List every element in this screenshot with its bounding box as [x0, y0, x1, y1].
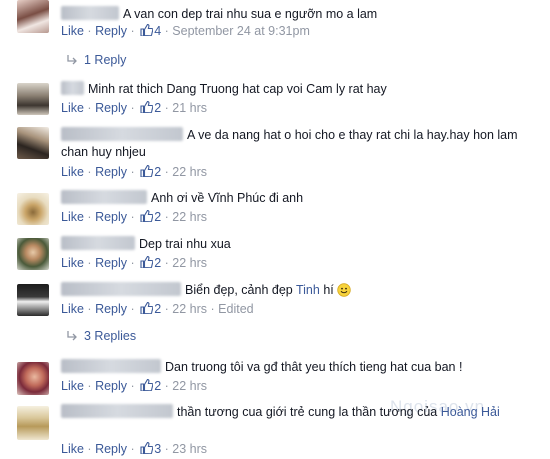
avatar[interactable] [17, 284, 49, 316]
reply-arrow-icon [67, 55, 77, 65]
comment-text-row: Anh ơi về Vĩnh Phúc đi anh [61, 190, 531, 207]
like-link[interactable]: Like [61, 101, 84, 115]
like-link[interactable]: Like [61, 442, 84, 456]
thumbs-up-icon[interactable] [140, 101, 154, 113]
timestamp[interactable]: 22 hrs [172, 256, 207, 270]
like-count[interactable]: 2 [154, 210, 161, 224]
timestamp[interactable]: 22 hrs [172, 302, 207, 316]
timestamp[interactable]: 21 hrs [172, 101, 207, 115]
like-count[interactable]: 4 [154, 24, 161, 38]
like-link[interactable]: Like [61, 256, 84, 270]
timestamp[interactable]: 22 hrs [172, 379, 207, 393]
comment-actions: Like · Reply · 2 · 22 hrs [61, 210, 208, 224]
like-count[interactable]: 2 [154, 379, 161, 393]
comment-actions: Like · Reply · 4 · September 24 at 9:31p… [61, 24, 310, 38]
reply-link[interactable]: Reply [95, 210, 127, 224]
comment-body: A van con dep trai nhu sua e ngưỡn mo a … [123, 7, 378, 21]
comment-text-row: Dep trai nhu xua [61, 236, 531, 253]
avatar[interactable] [17, 83, 49, 115]
tagged-name-link[interactable]: Hoàng Hải [441, 405, 500, 419]
tagged-name-link[interactable]: Tinh [296, 283, 320, 297]
reply-link[interactable]: Reply [95, 101, 127, 115]
commenter-name[interactable] [61, 127, 183, 141]
comment-text-row: A ve da nang hat o hoi cho e thay rat ch… [61, 127, 531, 161]
reply-link[interactable]: Reply [95, 256, 127, 270]
commenter-name[interactable] [61, 404, 173, 418]
reply-arrow-icon [67, 331, 77, 341]
like-link[interactable]: Like [61, 165, 84, 179]
comment-text-row: thần tương cua giới trẻ cung la thần tươ… [61, 404, 531, 421]
like-link[interactable]: Like [61, 379, 84, 393]
comment-actions: Like · Reply · 2 · 22 hrs [61, 165, 208, 179]
avatar[interactable] [17, 127, 49, 159]
comment-body: Dan truong tôi va gđ thât yeu thích tien… [165, 360, 463, 374]
comment-actions: Like · Reply · 3 · 23 hrs [61, 442, 208, 456]
view-replies-link[interactable]: 1 Reply [66, 53, 126, 67]
commenter-name[interactable] [61, 81, 84, 95]
like-link[interactable]: Like [61, 210, 84, 224]
commenter-name[interactable] [61, 236, 135, 250]
comment-body: Dep trai nhu xua [139, 237, 231, 251]
comment-body: Biển đẹp, cảnh đẹp Tinh hí [185, 283, 334, 297]
commenter-name[interactable] [61, 190, 147, 204]
comment-body: Anh ơi về Vĩnh Phúc đi anh [151, 191, 304, 205]
timestamp[interactable]: 22 hrs [172, 210, 207, 224]
reply-link[interactable]: Reply [95, 24, 127, 38]
thumbs-up-icon[interactable] [140, 302, 154, 314]
comment-text-row: Dan truong tôi va gđ thât yeu thích tien… [61, 359, 531, 376]
like-count[interactable]: 2 [154, 101, 161, 115]
like-count[interactable]: 2 [154, 302, 161, 316]
like-count[interactable]: 2 [154, 165, 161, 179]
comment-actions: Like · Reply · 2 · 21 hrs [61, 101, 208, 115]
comment-actions: Like · Reply · 2 · 22 hrs [61, 379, 208, 393]
timestamp[interactable]: September 24 at 9:31pm [172, 24, 310, 38]
reply-link[interactable]: Reply [95, 379, 127, 393]
reply-link[interactable]: Reply [95, 442, 127, 456]
commenter-name[interactable] [61, 282, 181, 296]
timestamp[interactable]: 22 hrs [172, 165, 207, 179]
reply-link[interactable]: Reply [95, 302, 127, 316]
smiley-emoji-icon [337, 283, 351, 297]
like-count[interactable]: 3 [154, 442, 161, 456]
comment-actions: Like · Reply · 2 · 22 hrs [61, 256, 208, 270]
like-link[interactable]: Like [61, 302, 84, 316]
avatar[interactable] [17, 193, 49, 225]
thumbs-up-icon[interactable] [140, 379, 154, 391]
reply-link[interactable]: Reply [95, 165, 127, 179]
thumbs-up-icon[interactable] [140, 442, 154, 454]
comment-body: thần tương cua giới trẻ cung la thần tươ… [177, 405, 500, 419]
edited-label[interactable]: Edited [218, 302, 253, 316]
thumbs-up-icon[interactable] [140, 24, 154, 36]
comment-text-row: A van con dep trai nhu sua e ngưỡn mo a … [61, 6, 531, 23]
like-link[interactable]: Like [61, 24, 84, 38]
comment-text-row: Biển đẹp, cảnh đẹp Tinh hí [61, 282, 531, 299]
thumbs-up-icon[interactable] [140, 210, 154, 222]
avatar[interactable] [17, 406, 49, 440]
thumbs-up-icon[interactable] [140, 256, 154, 268]
commenter-name[interactable] [61, 6, 119, 20]
avatar[interactable] [17, 238, 49, 270]
thumbs-up-icon[interactable] [140, 165, 154, 177]
view-replies-link[interactable]: 3 Replies [66, 329, 136, 343]
comment-text-row: Minh rat thich Dang Truong hat cap voi C… [61, 81, 531, 98]
avatar[interactable] [17, 0, 49, 33]
timestamp[interactable]: 23 hrs [172, 442, 207, 456]
comment-body: Minh rat thich Dang Truong hat cap voi C… [88, 82, 387, 96]
comment-actions: Like · Reply · 2 · 22 hrs · Edited [61, 302, 254, 316]
like-count[interactable]: 2 [154, 256, 161, 270]
avatar[interactable] [17, 362, 49, 395]
commenter-name[interactable] [61, 359, 161, 373]
